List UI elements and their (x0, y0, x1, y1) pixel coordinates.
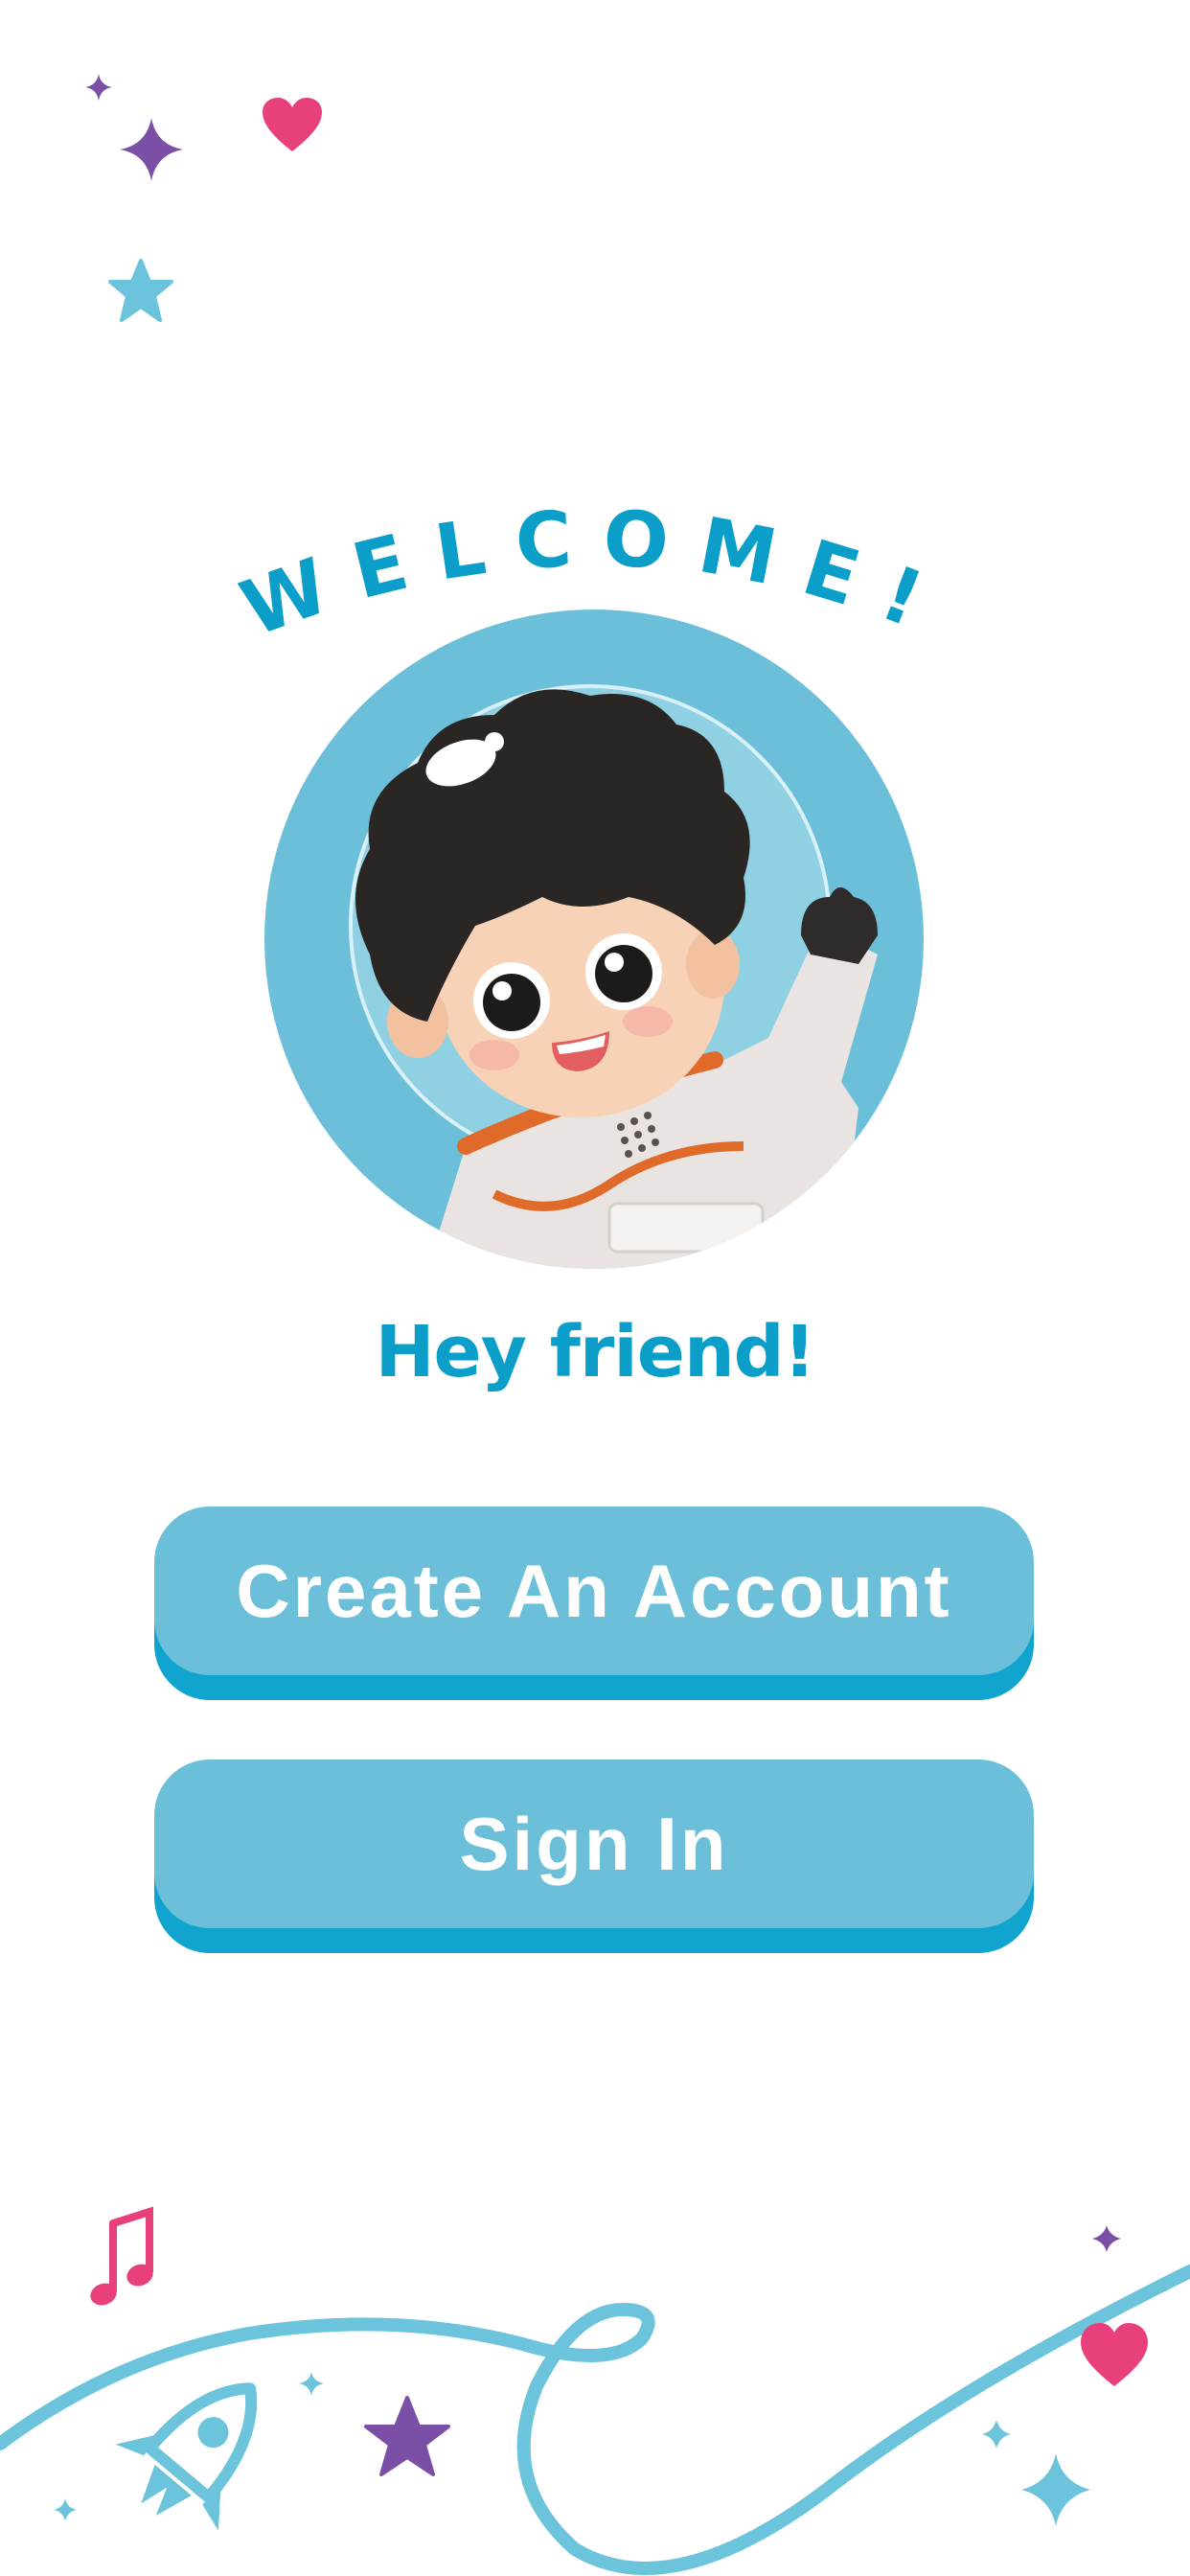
heart-icon (263, 98, 322, 151)
create-account-button[interactable]: Create An Account (154, 1506, 1034, 1675)
greeting-text: Hey friend! (375, 1311, 816, 1393)
astronaut-kid-illustration (264, 610, 924, 1269)
sparkle-icon (1021, 2453, 1090, 2526)
sign-in-button[interactable]: Sign In (154, 1760, 1034, 1928)
sparkle-icon (299, 2372, 324, 2396)
star-icon (364, 2396, 450, 2476)
sparkle-icon (54, 2498, 77, 2521)
star-icon (108, 259, 173, 322)
sparkle-icon (120, 118, 183, 181)
sparkle-icon (982, 2420, 1011, 2449)
music-note-icon (90, 2206, 153, 2306)
sparkle-icon (1092, 2225, 1121, 2252)
bottom-decoration (0, 2206, 1190, 2575)
small-sparkle-icon (85, 74, 112, 101)
heart-icon (1081, 2323, 1148, 2386)
